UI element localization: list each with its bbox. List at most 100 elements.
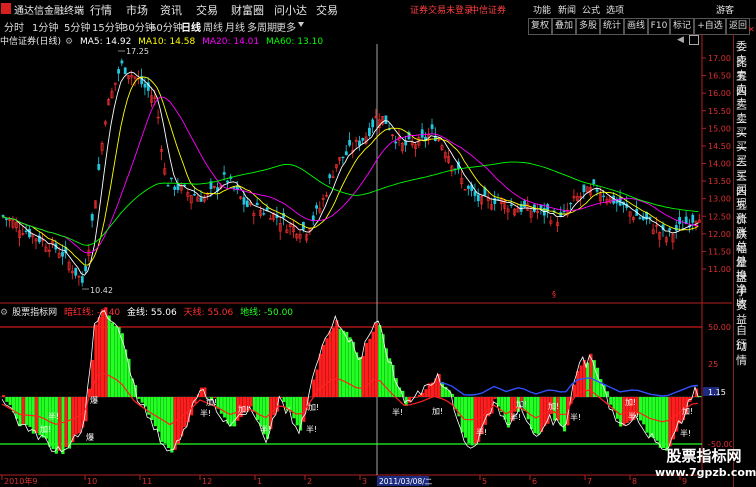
indicator-bar (530, 397, 534, 430)
restore-rights-button[interactable]: 复权 (528, 18, 552, 35)
indicator-bar (249, 397, 253, 407)
ma5-line (1, 71, 699, 276)
indicator-bar (638, 397, 642, 421)
candle (117, 69, 121, 74)
period-60min[interactable]: 60分钟 (150, 19, 183, 34)
y-tick-label: 15.00 (708, 124, 731, 133)
indicator-mark: 半! (628, 411, 639, 421)
menu-trade-2[interactable]: 交易 (316, 2, 338, 18)
add-favorite-button[interactable]: +自选 (694, 18, 726, 35)
indicator-bar (325, 338, 329, 397)
period-1min[interactable]: 1分钟 (32, 19, 58, 34)
login-notice[interactable]: 证券交易未登录 (410, 3, 473, 16)
menu-trade[interactable]: 交易 (196, 2, 218, 18)
period-multi[interactable]: 多周期 (247, 19, 277, 34)
app-logo-icon (1, 3, 11, 14)
indicator-mark: 加! (40, 424, 51, 434)
indicator-mark: 加! (516, 399, 527, 409)
kline-chart[interactable]: 17.00 16.50 16.00 15.50 15.00 14.50 14.00 13.50… (0, 34, 732, 487)
menu-function[interactable]: 功能 (533, 3, 551, 16)
panel-close-icon[interactable]: ✕ (748, 25, 755, 34)
menu-market[interactable]: 市场 (126, 2, 148, 18)
period-5min[interactable]: 5分钟 (64, 19, 90, 34)
indicator-bar (140, 397, 144, 403)
indicator-bar (374, 322, 378, 397)
quote-side-panel: ✕ 委比 卖五 卖四 卖三 卖二 卖一 买一 买二 买三 买四 买五 现价 涨跌 涨幅 总量 外盘 换手 净资 收益… (733, 25, 756, 487)
period-intraday[interactable]: 分时 (4, 19, 24, 34)
draw-line-button[interactable]: 画线 (624, 18, 648, 35)
menu-quotes[interactable]: 行情 (90, 2, 112, 18)
y-tick-label: 17.00 (708, 54, 731, 63)
mark-button[interactable]: 标记 (670, 18, 694, 35)
indicator-mark: 半! (306, 424, 317, 434)
indicator-bar (648, 397, 652, 438)
period-more[interactable]: 更多 (276, 19, 296, 34)
x-tick-label: 2 (307, 477, 312, 486)
indicator-bar (74, 397, 78, 435)
indicator-bar (414, 397, 418, 398)
broker-name[interactable]: 中信证券 (470, 3, 506, 16)
candle (24, 230, 28, 233)
indicator-bar (559, 397, 563, 426)
indicator-bar (5, 397, 9, 402)
menu-wenxiaoda[interactable]: 问小达 (274, 2, 307, 18)
indicator-mark: 半! (260, 424, 271, 434)
overlay-button[interactable]: 叠加 (552, 18, 576, 35)
y-tick-label: 11.50 (708, 247, 731, 256)
menu-wealth[interactable]: 财富圈 (231, 2, 264, 18)
candle (371, 119, 375, 128)
indicator-bar (183, 397, 187, 428)
menu-news-right[interactable]: 新闻 (558, 3, 576, 16)
candle (420, 129, 424, 138)
candle (509, 204, 513, 206)
indicator-mark: 加! (432, 406, 443, 416)
indicator-bar (345, 331, 349, 397)
candle (430, 124, 434, 129)
period-monthly[interactable]: 月线 (225, 19, 245, 34)
indicator-bar (365, 343, 369, 397)
period-weekly[interactable]: 周线 (203, 19, 223, 34)
multi-stock-button[interactable]: 多股 (576, 18, 600, 35)
candle (384, 115, 388, 124)
indicator-bar (259, 397, 263, 427)
user-guest[interactable]: 游客 (716, 3, 734, 16)
back-button[interactable]: 返回 (726, 18, 750, 35)
indicator-bar (470, 397, 474, 446)
indicator-bar (282, 397, 286, 403)
candle (691, 214, 695, 223)
indicator-bar (407, 397, 411, 403)
indicator-bar (619, 397, 623, 427)
indicator-bar (308, 396, 312, 398)
period-daily[interactable]: 日线 (181, 19, 201, 34)
candle (226, 180, 229, 183)
menu-news[interactable]: 资讯 (160, 2, 182, 18)
indicator-bar (642, 397, 646, 425)
x-tick-label: 10 (87, 477, 97, 486)
f10-button[interactable]: F10 (648, 18, 670, 35)
indicator-y-tick-label: 1.15 (708, 388, 726, 397)
chevron-down-icon[interactable] (298, 22, 304, 27)
y-tick-label: 12.50 (708, 212, 731, 221)
indicator-bar (464, 397, 468, 438)
indicator-bar (368, 338, 372, 397)
indicator-bar (229, 397, 233, 427)
indicator-bar (292, 397, 296, 419)
indicator-bar (219, 397, 223, 414)
indicator-bar (417, 394, 421, 397)
indicator-bar (378, 325, 382, 397)
side-panel-item[interactable]: 行情 (736, 336, 756, 368)
candle (74, 267, 78, 276)
menu-options[interactable]: 选项 (606, 3, 624, 16)
indicator-mark: 半! (392, 407, 403, 417)
indicator-bar (153, 397, 157, 427)
period-15min[interactable]: 15分钟 (92, 19, 125, 34)
indicator-bar (503, 397, 507, 420)
indicator-mark: 半! (48, 411, 59, 421)
indicator-bar (698, 395, 702, 397)
statistics-button[interactable]: 统计 (600, 18, 624, 35)
indicator-bar (203, 387, 207, 397)
indicator-bar (35, 397, 39, 434)
menu-formula[interactable]: 公式 (582, 3, 600, 16)
indicator-bar (68, 397, 72, 449)
indicator-mark: 半! (680, 428, 691, 438)
